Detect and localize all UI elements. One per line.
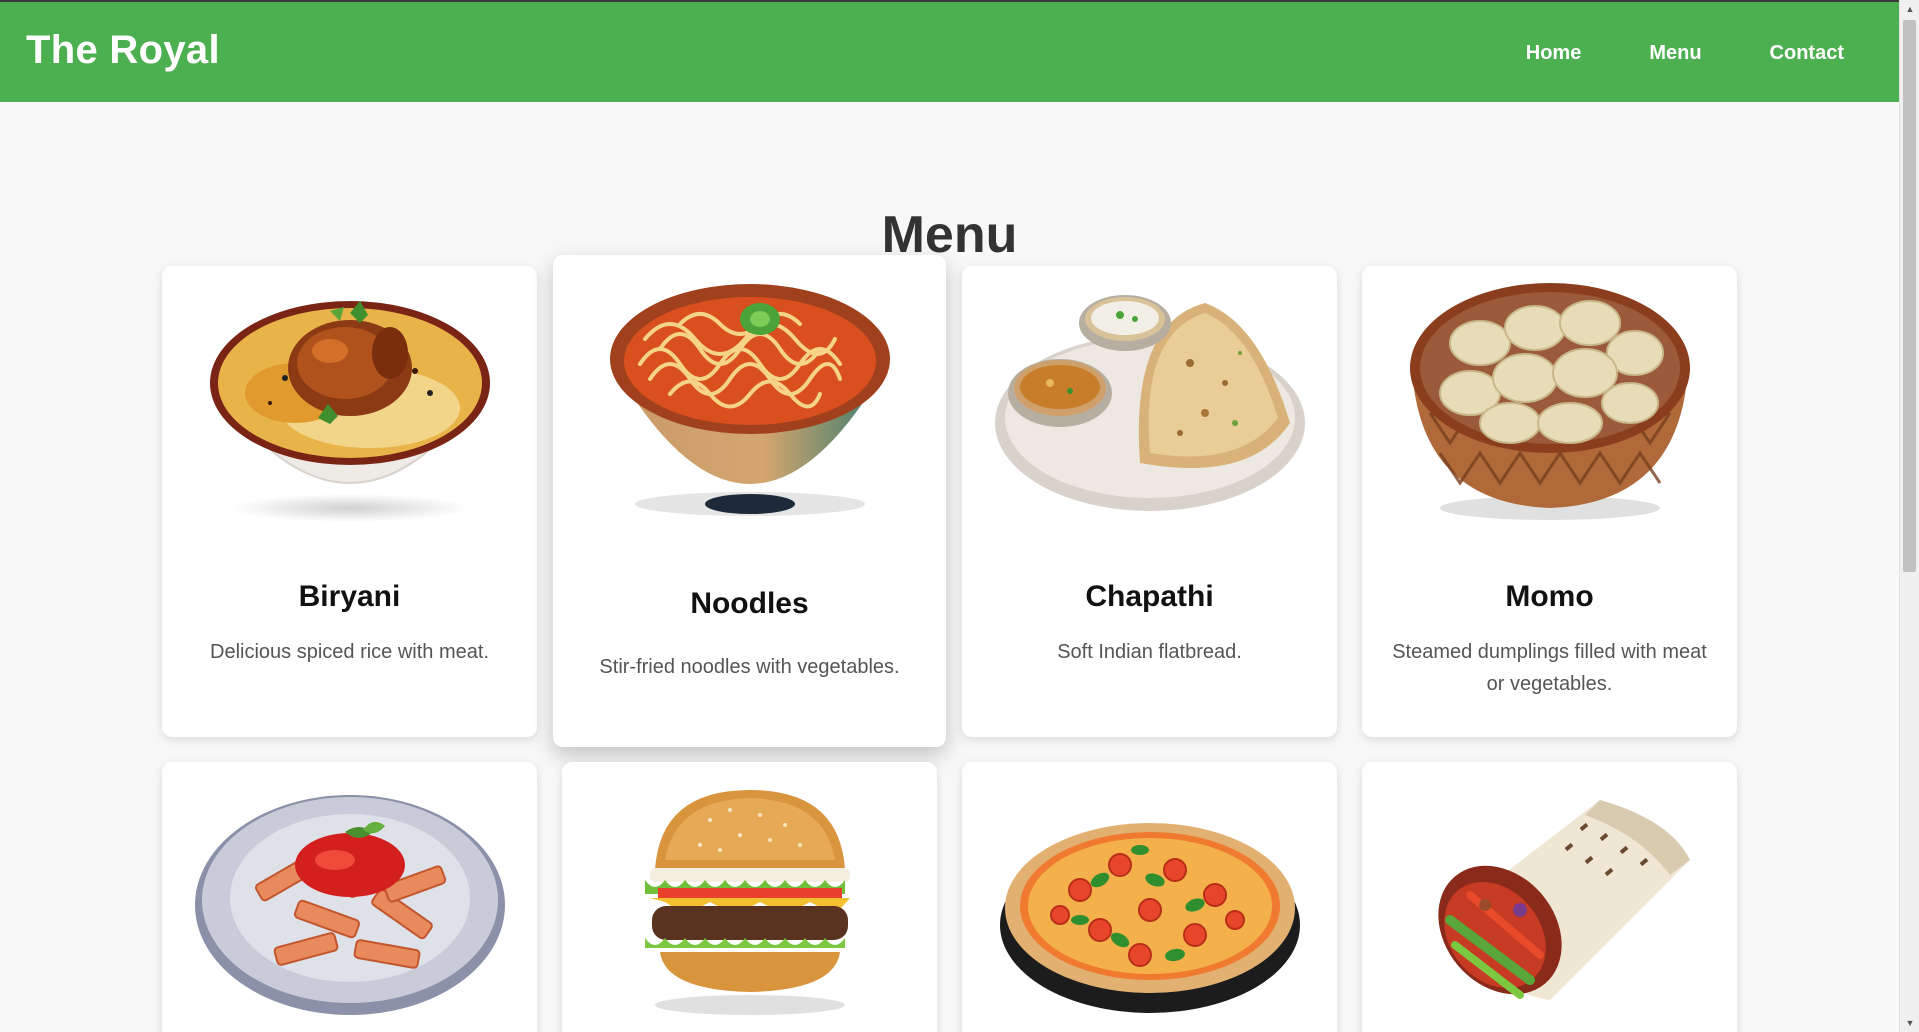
vertical-scrollbar[interactable]: ▲ ▼ (1899, 0, 1919, 1032)
item-description: Steamed dumplings filled with meat or ve… (1392, 641, 1707, 695)
menu-card-wrap[interactable] (1362, 762, 1737, 1032)
item-title: Biryani (298, 580, 401, 613)
scroll-up-arrow-icon[interactable]: ▲ (1900, 0, 1919, 18)
page-title: Menu (881, 205, 1018, 264)
pizza-image (962, 774, 1337, 1026)
nav-menu-link[interactable]: Menu (1649, 42, 1701, 65)
main-nav: Home Menu Contact (1458, 42, 1844, 65)
menu-card-pizza[interactable] (962, 762, 1337, 1032)
burger-image (562, 774, 937, 1026)
momo-image (1362, 268, 1737, 528)
page: The Royal Home Menu Contact Menu Biryani… (0, 0, 1919, 1032)
chapathi-image (962, 278, 1337, 528)
pasta-image (162, 774, 537, 1026)
menu-card-pasta[interactable] (162, 762, 537, 1032)
item-description: Delicious spiced rice with meat. (210, 641, 489, 663)
scroll-down-arrow-icon[interactable]: ▼ (1900, 1014, 1919, 1032)
brand-logo[interactable]: The Royal (26, 28, 220, 73)
nav-home-link[interactable]: Home (1526, 42, 1582, 65)
item-title: Momo (1505, 580, 1594, 613)
menu-card-chapathi[interactable]: Chapathi Soft Indian flatbread. (962, 266, 1337, 737)
biryani-image (162, 278, 537, 528)
menu-card-momo[interactable]: Momo Steamed dumplings filled with meat … (1362, 266, 1737, 737)
nav-contact-link[interactable]: Contact (1770, 42, 1844, 65)
item-description: Soft Indian flatbread. (1057, 641, 1242, 663)
item-title: Noodles (690, 587, 809, 620)
item-description: Stir-fried noodles with vegetables. (599, 656, 900, 678)
menu-card-biryani[interactable]: Biryani Delicious spiced rice with meat. (162, 266, 537, 737)
site-header: The Royal Home Menu Contact (0, 0, 1899, 102)
noodles-image (553, 273, 946, 525)
menu-card-noodles[interactable]: Noodles Stir-fried noodles with vegetabl… (553, 255, 946, 747)
item-title: Chapathi (1085, 580, 1214, 613)
menu-card-burger[interactable] (562, 762, 937, 1032)
wrap-image (1362, 774, 1737, 1026)
scrollbar-thumb[interactable] (1903, 20, 1916, 572)
